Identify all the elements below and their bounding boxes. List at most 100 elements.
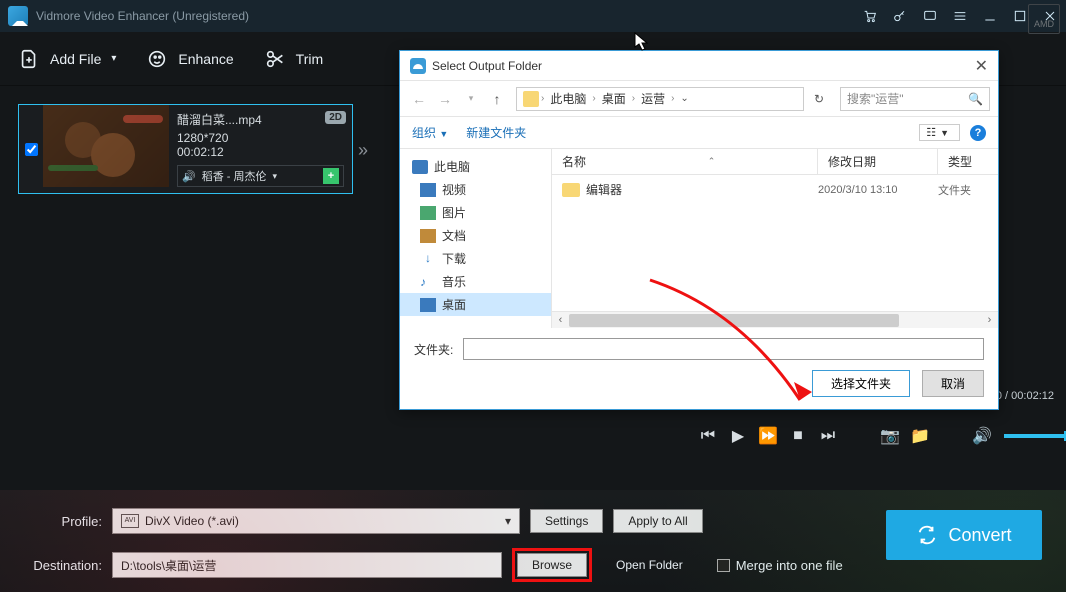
scroll-thumb[interactable]	[569, 314, 899, 327]
video-duration: 00:02:12	[177, 145, 344, 159]
dialog-close-icon[interactable]: ✕	[975, 56, 988, 76]
merge-checkbox-group[interactable]: Merge into one file	[717, 558, 843, 573]
view-mode-button[interactable]: ☷▼	[919, 124, 960, 141]
add-file-label: Add File	[50, 51, 101, 67]
video-title: 醋溜白菜....mp4	[177, 111, 344, 128]
folder-icon	[523, 91, 539, 107]
app-logo	[8, 6, 28, 26]
play-button[interactable]: ▶	[730, 428, 746, 444]
player-total: 00:02:12	[1011, 390, 1054, 402]
settings-button[interactable]: Settings	[530, 509, 603, 533]
breadcrumb[interactable]: › 此电脑 › 桌面 › 运营 › ⌄	[516, 87, 804, 111]
volume-icon[interactable]: 🔊	[974, 428, 990, 444]
horizontal-scrollbar[interactable]: ‹ ›	[552, 311, 998, 328]
file-list-header: 名称 ⌃ 修改日期 类型	[552, 149, 998, 175]
file-row[interactable]: 编辑器 2020/3/10 13:10 文件夹	[552, 175, 998, 204]
nav-up-icon[interactable]: ↑	[486, 88, 508, 110]
file-list[interactable]: 编辑器 2020/3/10 13:10 文件夹	[552, 175, 998, 311]
folder-button[interactable]: 📁	[912, 428, 928, 444]
minimize-icon[interactable]	[982, 8, 998, 24]
profile-value: DivX Video (*.avi)	[145, 514, 239, 528]
prev-button[interactable]: ⏮	[700, 428, 716, 444]
folder-input-row: 文件夹:	[400, 328, 998, 370]
next-button[interactable]: ⏭	[820, 428, 836, 444]
video-2d-badge[interactable]: 2D	[325, 111, 346, 124]
sidebar-item-pictures[interactable]: 图片	[400, 201, 551, 224]
sidebar-item-label: 此电脑	[434, 158, 470, 175]
chevron-right-icon: ›	[671, 93, 674, 104]
video-thumbnail[interactable]	[43, 105, 169, 187]
sidebar-item-label: 桌面	[442, 296, 466, 313]
search-placeholder: 搜索"运营"	[847, 90, 904, 107]
help-icon[interactable]: ?	[970, 125, 986, 141]
download-icon: ↓	[420, 252, 436, 266]
new-folder-button[interactable]: 新建文件夹	[466, 124, 526, 141]
scroll-track[interactable]	[569, 312, 981, 329]
enhance-button[interactable]: Enhance	[146, 48, 233, 70]
nav-back-icon[interactable]: ←	[408, 88, 430, 110]
sidebar-item-music[interactable]: ♪音乐	[400, 270, 551, 293]
browse-highlight: Browse	[512, 548, 592, 582]
column-type[interactable]: 类型	[938, 149, 998, 174]
chevron-right-icon: ›	[541, 93, 544, 104]
sidebar-item-label: 视频	[442, 181, 466, 198]
dialog-buttons: 选择文件夹 取消	[400, 370, 998, 409]
destination-input[interactable]: D:\tools\桌面\运营	[112, 552, 502, 578]
sidebar-item-downloads[interactable]: ↓下载	[400, 247, 551, 270]
audio-track-label: 稻香 - 周杰伦	[202, 168, 267, 184]
convert-button[interactable]: Convert	[886, 510, 1042, 560]
stop-button[interactable]: ■	[790, 428, 806, 444]
dialog-nav: ← → ▾ ↑ › 此电脑 › 桌面 › 运营 › ⌄ ↻ 搜索"运营" 🔍	[400, 81, 998, 117]
breadcrumb-segment[interactable]: 此电脑	[546, 90, 590, 107]
search-input[interactable]: 搜索"运营" 🔍	[840, 87, 990, 111]
nav-recent-icon[interactable]: ▾	[460, 88, 482, 110]
snapshot-button[interactable]: 📷	[882, 428, 898, 444]
sidebar-item-desktop[interactable]: 桌面	[400, 293, 551, 316]
add-audio-button[interactable]: +	[323, 168, 339, 184]
menu-icon[interactable]	[952, 8, 968, 24]
organize-button[interactable]: 组织 ▼	[412, 124, 448, 141]
view-icon: ☷	[926, 126, 936, 139]
column-date[interactable]: 修改日期	[818, 149, 938, 174]
feedback-icon[interactable]	[922, 8, 938, 24]
apply-all-button[interactable]: Apply to All	[613, 509, 702, 533]
dialog-body: 此电脑 视频 图片 文档 ↓下载 ♪音乐 桌面 名称 ⌃ 修改日期 类型 编辑器	[400, 149, 998, 328]
video-item[interactable]: 醋溜白菜....mp4 1280*720 00:02:12 2D 🔊 稻香 - …	[18, 104, 353, 194]
sidebar-item-label: 音乐	[442, 273, 466, 290]
trim-icon	[264, 48, 286, 70]
amd-badge: AMD	[1028, 4, 1060, 34]
destination-value: D:\tools\桌面\运营	[121, 557, 216, 574]
chevron-right-icon: ›	[632, 93, 635, 104]
open-folder-button[interactable]: Open Folder	[602, 554, 697, 576]
profile-select[interactable]: AVI DivX Video (*.avi) ▾	[112, 508, 520, 534]
convert-label: Convert	[948, 525, 1011, 546]
nav-forward-icon[interactable]: →	[434, 88, 456, 110]
fast-forward-button[interactable]: ⏩	[760, 428, 776, 444]
merge-checkbox[interactable]	[717, 559, 730, 572]
column-name[interactable]: 名称 ⌃	[552, 149, 818, 174]
scroll-left-icon[interactable]: ‹	[552, 314, 569, 326]
refresh-icon[interactable]: ↻	[808, 92, 830, 106]
sidebar-item-this-pc[interactable]: 此电脑	[400, 155, 551, 178]
select-folder-button[interactable]: 选择文件夹	[812, 370, 910, 397]
folder-sidebar: 此电脑 视频 图片 文档 ↓下载 ♪音乐 桌面	[400, 149, 552, 328]
volume-slider[interactable]	[1004, 434, 1066, 438]
browse-button[interactable]: Browse	[517, 553, 587, 577]
audio-track-selector[interactable]: 🔊 稻香 - 周杰伦 ▾ +	[177, 165, 344, 187]
add-file-button[interactable]: Add File ▾	[18, 48, 116, 70]
breadcrumb-dropdown-icon[interactable]: ⌄	[676, 93, 692, 104]
sidebar-item-label: 图片	[442, 204, 466, 221]
cart-icon[interactable]	[862, 8, 878, 24]
folder-name-input[interactable]	[463, 338, 984, 360]
cancel-button[interactable]: 取消	[922, 370, 984, 397]
breadcrumb-segment[interactable]: 运营	[637, 90, 669, 107]
maximize-icon[interactable]	[1012, 8, 1028, 24]
scroll-right-icon[interactable]: ›	[981, 314, 998, 326]
breadcrumb-segment[interactable]: 桌面	[598, 90, 630, 107]
sidebar-item-videos[interactable]: 视频	[400, 178, 551, 201]
key-icon[interactable]	[892, 8, 908, 24]
sidebar-item-documents[interactable]: 文档	[400, 224, 551, 247]
trim-button[interactable]: Trim	[264, 48, 323, 70]
video-checkbox[interactable]	[25, 143, 38, 156]
dropdown-caret-icon: ▾	[272, 171, 277, 182]
